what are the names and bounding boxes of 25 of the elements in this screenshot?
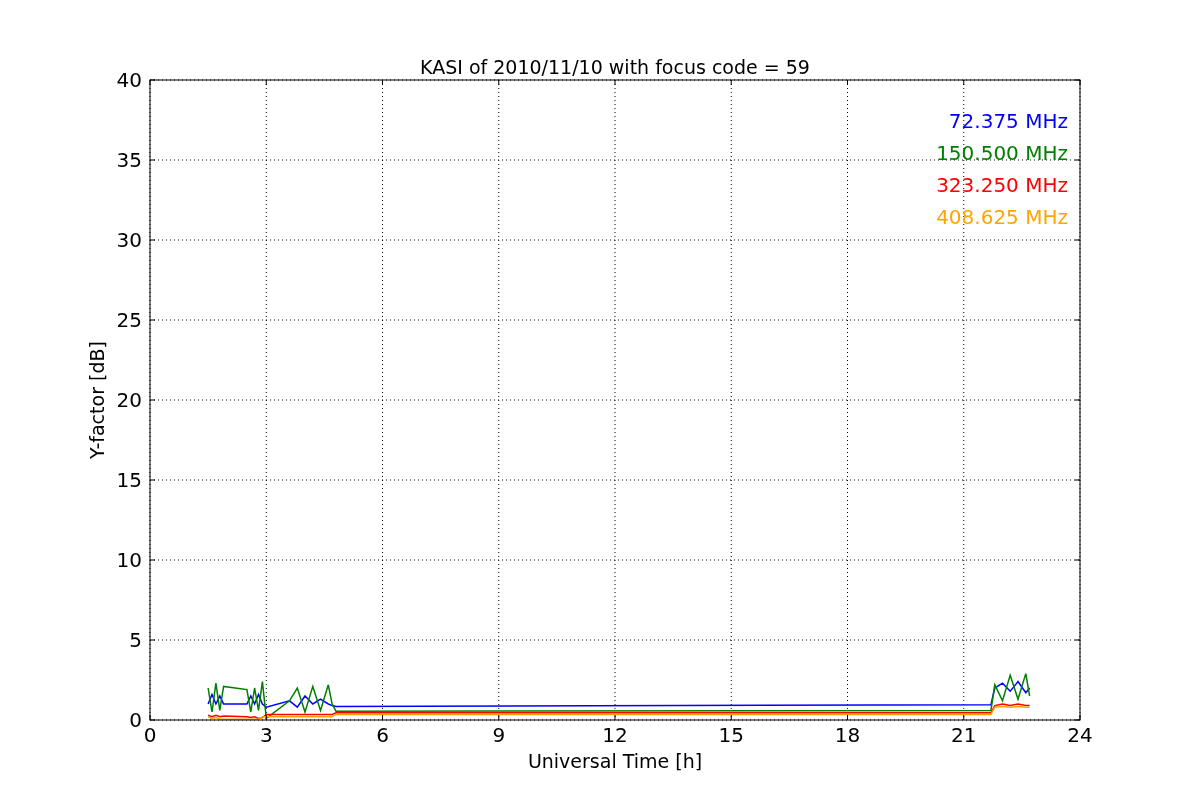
x-tick-label: 3 — [259, 723, 273, 747]
x-tick-label: 12 — [602, 723, 628, 747]
x-tick-label: 24 — [1067, 723, 1093, 747]
y-tick-label: 25 — [116, 308, 142, 332]
y-tick-label: 30 — [116, 228, 142, 252]
legend-label: 408.625 MHz — [936, 205, 1068, 229]
y-axis-label: Y-factor [dB] — [86, 341, 108, 459]
legend-label: 150.500 MHz — [936, 141, 1068, 165]
y-tick-label: 20 — [116, 388, 142, 412]
y-tick-label: 10 — [116, 548, 142, 572]
y-tick-label: 40 — [116, 68, 142, 92]
x-tick-label: 21 — [951, 723, 977, 747]
x-tick-label: 18 — [834, 723, 861, 747]
x-tick-label: 0 — [143, 723, 157, 747]
legend-label: 72.375 MHz — [948, 109, 1068, 133]
y-tick-label: 0 — [129, 708, 142, 732]
y-tick-label: 15 — [116, 468, 142, 492]
y-tick-label: 5 — [129, 628, 142, 652]
y-tick-label: 35 — [116, 148, 142, 172]
chart-title: KASI of 2010/11/10 with focus code = 59 — [420, 56, 810, 78]
legend-label: 323.250 MHz — [936, 173, 1068, 197]
x-tick-label: 6 — [376, 723, 389, 747]
x-tick-label: 15 — [718, 723, 744, 747]
x-tick-label: 9 — [492, 723, 506, 747]
x-axis-label: Universal Time [h] — [527, 750, 703, 772]
